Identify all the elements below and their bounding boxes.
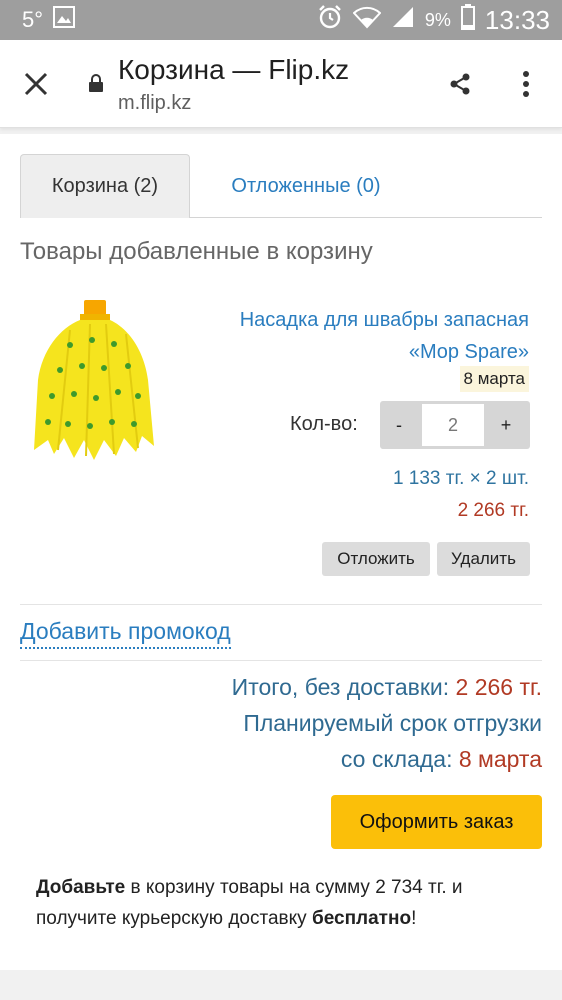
page-title: Корзина — Flip.kz <box>118 54 350 85</box>
product-image[interactable] <box>30 300 160 460</box>
cart-tabs: Корзина (2) Отложенные (0) <box>20 154 542 218</box>
delete-button[interactable]: Удалить <box>437 542 530 576</box>
shipping-label-line: Планируемый срок отгрузки <box>243 710 542 736</box>
divider <box>20 660 542 661</box>
product-name-link[interactable]: Насадка для швабры запасная «Mop Spare» <box>199 304 529 368</box>
shipping-label: со склада: <box>340 746 453 772</box>
quantity-input[interactable] <box>422 404 484 446</box>
total-value: 2 266 тг. <box>455 674 542 700</box>
quantity-stepper: - + <box>380 401 530 449</box>
free-delivery-bold-end: бесплатно <box>311 908 412 929</box>
share-button[interactable] <box>440 62 480 106</box>
tab-postponed[interactable]: Отложенные (0) <box>206 154 406 218</box>
line-total-price: 2 266 тг. <box>457 500 529 521</box>
more-vertical-icon <box>523 71 529 97</box>
quantity-label: Кол-во: <box>290 413 358 435</box>
free-delivery-end: ! <box>411 908 417 929</box>
tab-cart[interactable]: Корзина (2) <box>20 154 190 218</box>
page-url: m.flip.kz <box>118 92 192 114</box>
total-label: Итого, без доставки: <box>231 674 450 700</box>
total-line: Итого, без доставки: 2 266 тг. <box>232 674 542 701</box>
clock-time: 13:33 <box>484 5 550 35</box>
increase-quantity-button[interactable]: + <box>484 401 528 449</box>
browser-toolbar: Корзина — Flip.kz m.flip.kz <box>0 40 562 128</box>
status-bar: 5° 9% 13:33 <box>0 0 562 40</box>
battery-percent: 9% <box>424 10 451 30</box>
battery-icon <box>460 4 475 37</box>
decrease-quantity-button[interactable]: - <box>380 401 418 449</box>
close-icon <box>24 72 48 96</box>
postpone-button[interactable]: Отложить <box>322 542 430 576</box>
cart-heading: Товары добавленные в корзину <box>20 238 373 265</box>
cart-page: Корзина (2) Отложенные (0) Товары добавл… <box>0 134 562 970</box>
divider <box>20 604 542 605</box>
lock-icon <box>88 74 104 92</box>
unit-price-line: 1 133 тг. × 2 шт. <box>392 468 529 489</box>
overflow-menu-button[interactable] <box>506 62 546 106</box>
shipping-date-line: со склада: 8 марта <box>341 746 542 773</box>
alarm-icon <box>317 4 343 37</box>
close-button[interactable] <box>14 62 58 106</box>
share-icon <box>450 73 470 95</box>
signal-icon <box>391 5 415 36</box>
shipping-date-value: 8 марта <box>458 746 542 772</box>
gallery-notification-icon <box>53 6 76 34</box>
free-delivery-bold-start: Добавьте <box>36 877 126 898</box>
temperature-text: 5° <box>22 7 44 32</box>
free-delivery-note: Добавьте в корзину товары на сумму 2 734… <box>36 872 536 934</box>
delivery-date-badge: 8 марта <box>459 366 529 392</box>
add-promo-code-link[interactable]: Добавить промокод <box>20 618 231 649</box>
wifi-icon <box>352 5 382 36</box>
checkout-button[interactable]: Оформить заказ <box>331 795 542 849</box>
